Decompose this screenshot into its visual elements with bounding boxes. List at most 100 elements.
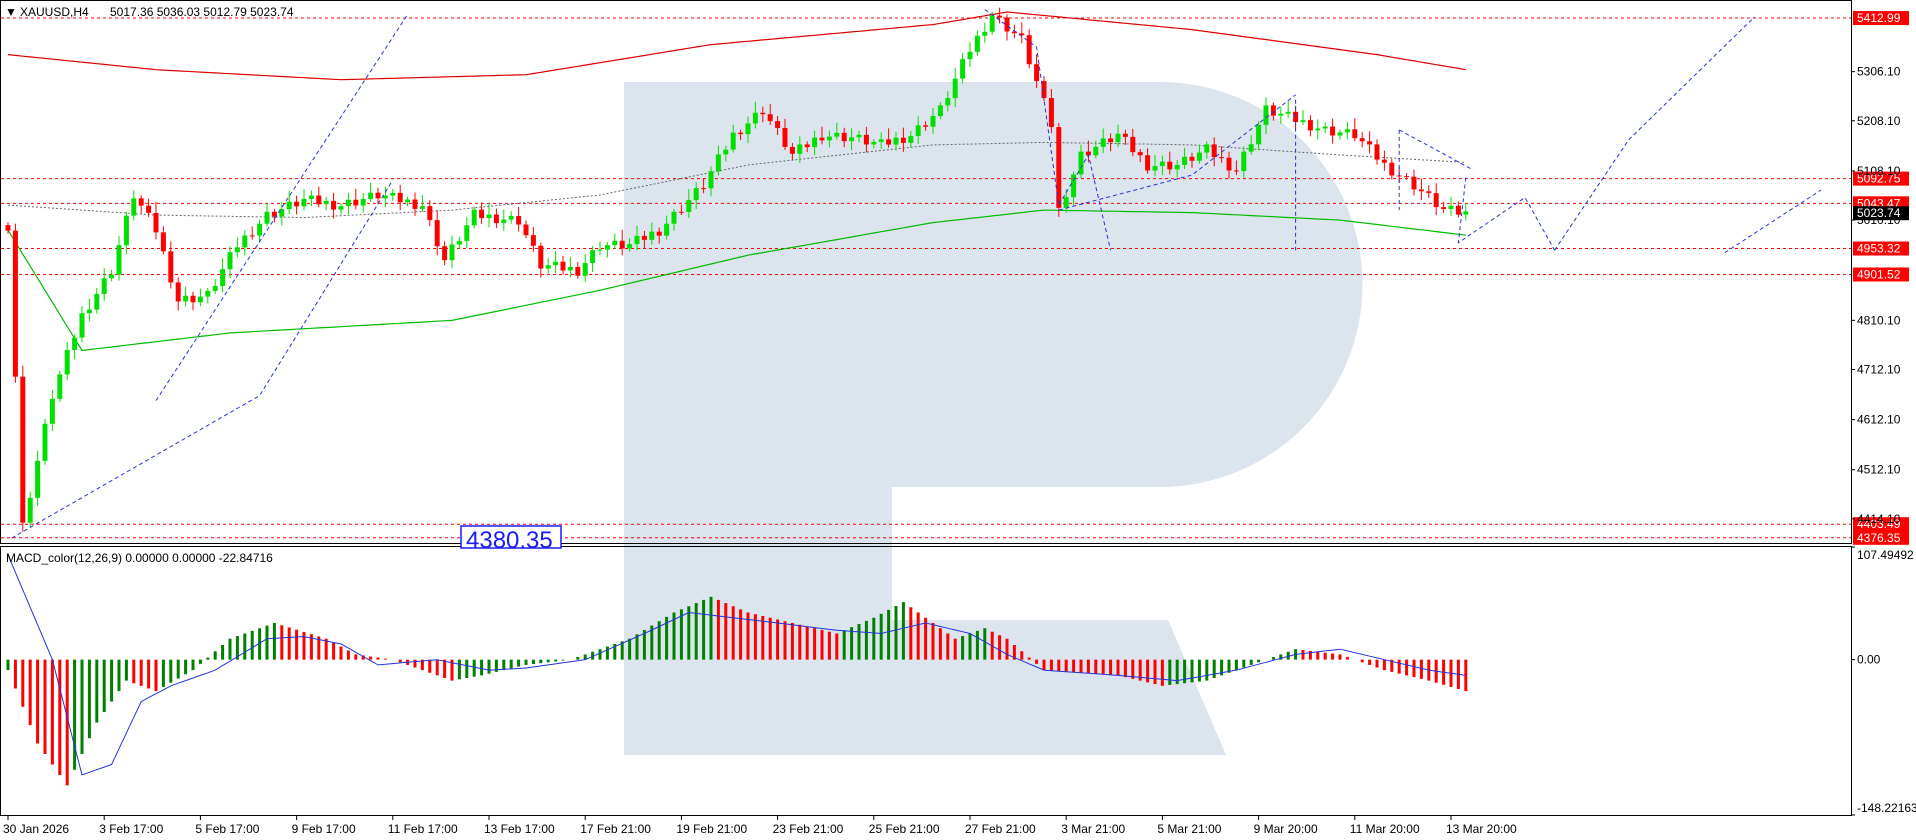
candle <box>234 237 240 258</box>
candle <box>109 269 115 282</box>
time-tick-label: 13 Feb 17:00 <box>484 822 555 836</box>
macd-tick-label: -148.22163 <box>1857 801 1916 815</box>
candle <box>960 53 966 84</box>
candle <box>345 192 351 215</box>
candle <box>86 298 92 322</box>
ohlc-readout: 5017.36 5036.03 5012.79 5023.74 <box>110 5 294 19</box>
candle <box>390 188 396 201</box>
candle <box>49 389 55 431</box>
candle <box>72 334 78 359</box>
candle <box>153 201 159 240</box>
candle <box>205 287 211 304</box>
macd-indicator-label: MACD_color(12,26,9) 0.00000 0.00000 -22.… <box>6 551 273 565</box>
time-tick-label: 11 Feb 17:00 <box>388 822 458 836</box>
collapse-arrow-icon[interactable]: ▼ <box>5 5 17 19</box>
forecast-line[interactable] <box>1554 16 1755 251</box>
candle <box>242 230 248 256</box>
macd-tick-label: 107.49492 <box>1857 548 1914 562</box>
candle <box>582 253 588 282</box>
current-price-label: 5023.74 <box>1857 206 1901 220</box>
candle <box>560 255 566 275</box>
candle <box>331 192 337 219</box>
level-label: 4953.32 <box>1857 242 1901 256</box>
candle <box>508 210 514 224</box>
symbol-label: XAUUSD,H4 <box>20 5 89 19</box>
candle <box>1448 196 1454 216</box>
price-box-value: 4380.35 <box>466 527 553 554</box>
candle <box>464 217 470 248</box>
candle <box>64 341 70 381</box>
candle <box>982 22 988 43</box>
candle <box>146 198 152 217</box>
candle <box>360 193 366 213</box>
candle <box>1026 29 1032 69</box>
candle <box>294 195 300 215</box>
level-label: 5412.99 <box>1857 11 1901 25</box>
candle <box>575 262 581 279</box>
candle <box>479 202 485 225</box>
candle <box>368 182 374 203</box>
candle <box>590 246 596 273</box>
candle <box>612 233 618 250</box>
candle <box>1359 132 1365 148</box>
candle <box>1315 119 1321 140</box>
candle <box>12 223 18 383</box>
candle <box>1411 169 1417 196</box>
candle <box>27 491 33 528</box>
time-tick-label: 23 Feb 21:00 <box>773 822 844 836</box>
candle <box>1381 150 1387 171</box>
candle <box>1418 178 1424 201</box>
candle <box>967 41 973 68</box>
candle <box>405 196 411 207</box>
candle <box>397 184 403 211</box>
candle <box>1019 22 1025 44</box>
candle <box>1455 201 1461 218</box>
candle <box>493 208 499 229</box>
candle <box>974 30 980 56</box>
candle <box>1344 122 1350 140</box>
candle <box>116 236 122 281</box>
candle <box>131 190 137 221</box>
time-tick-label: 19 Feb 21:00 <box>676 822 747 836</box>
time-tick-label: 9 Mar 20:00 <box>1254 822 1318 836</box>
candle <box>353 188 359 210</box>
price-tick-label: 4612.10 <box>1857 413 1901 427</box>
time-tick-label: 27 Feb 21:00 <box>965 822 1036 836</box>
candle <box>449 235 455 269</box>
candle <box>1330 118 1336 144</box>
forecast-line[interactable] <box>1398 129 1474 171</box>
forecast-line[interactable] <box>1724 189 1822 254</box>
candle <box>1433 183 1439 216</box>
candle <box>249 226 255 240</box>
candle <box>160 226 166 255</box>
time-tick-label: 11 Mar 20:00 <box>1350 822 1420 836</box>
time-tick-label: 25 Feb 21:00 <box>869 822 940 836</box>
candle <box>442 241 448 266</box>
candle <box>523 220 529 239</box>
time-tick-label: 17 Feb 21:00 <box>580 822 651 836</box>
candle <box>1307 115 1313 137</box>
candle <box>604 242 610 258</box>
candle <box>419 195 425 212</box>
candle <box>42 418 48 465</box>
macd-tick-label: 0.00 <box>1857 653 1881 667</box>
candle <box>1337 129 1343 140</box>
candle <box>1285 100 1291 118</box>
candle <box>175 277 181 311</box>
forecast-line[interactable] <box>1457 177 1556 251</box>
price-tick-label: 4512.10 <box>1857 463 1901 477</box>
candle <box>486 203 492 228</box>
candle <box>323 196 329 211</box>
candle <box>79 306 85 343</box>
candle <box>123 211 129 255</box>
candle <box>301 188 307 211</box>
candle <box>619 229 625 256</box>
price-box: 4380.35 <box>460 525 562 554</box>
candle <box>1300 110 1306 126</box>
candle <box>553 250 559 274</box>
candle <box>227 246 233 279</box>
candle <box>427 200 433 227</box>
time-tick-label: 9 Feb 17:00 <box>292 822 356 836</box>
candle <box>94 287 100 314</box>
time-tick-label: 5 Feb 17:00 <box>195 822 259 836</box>
